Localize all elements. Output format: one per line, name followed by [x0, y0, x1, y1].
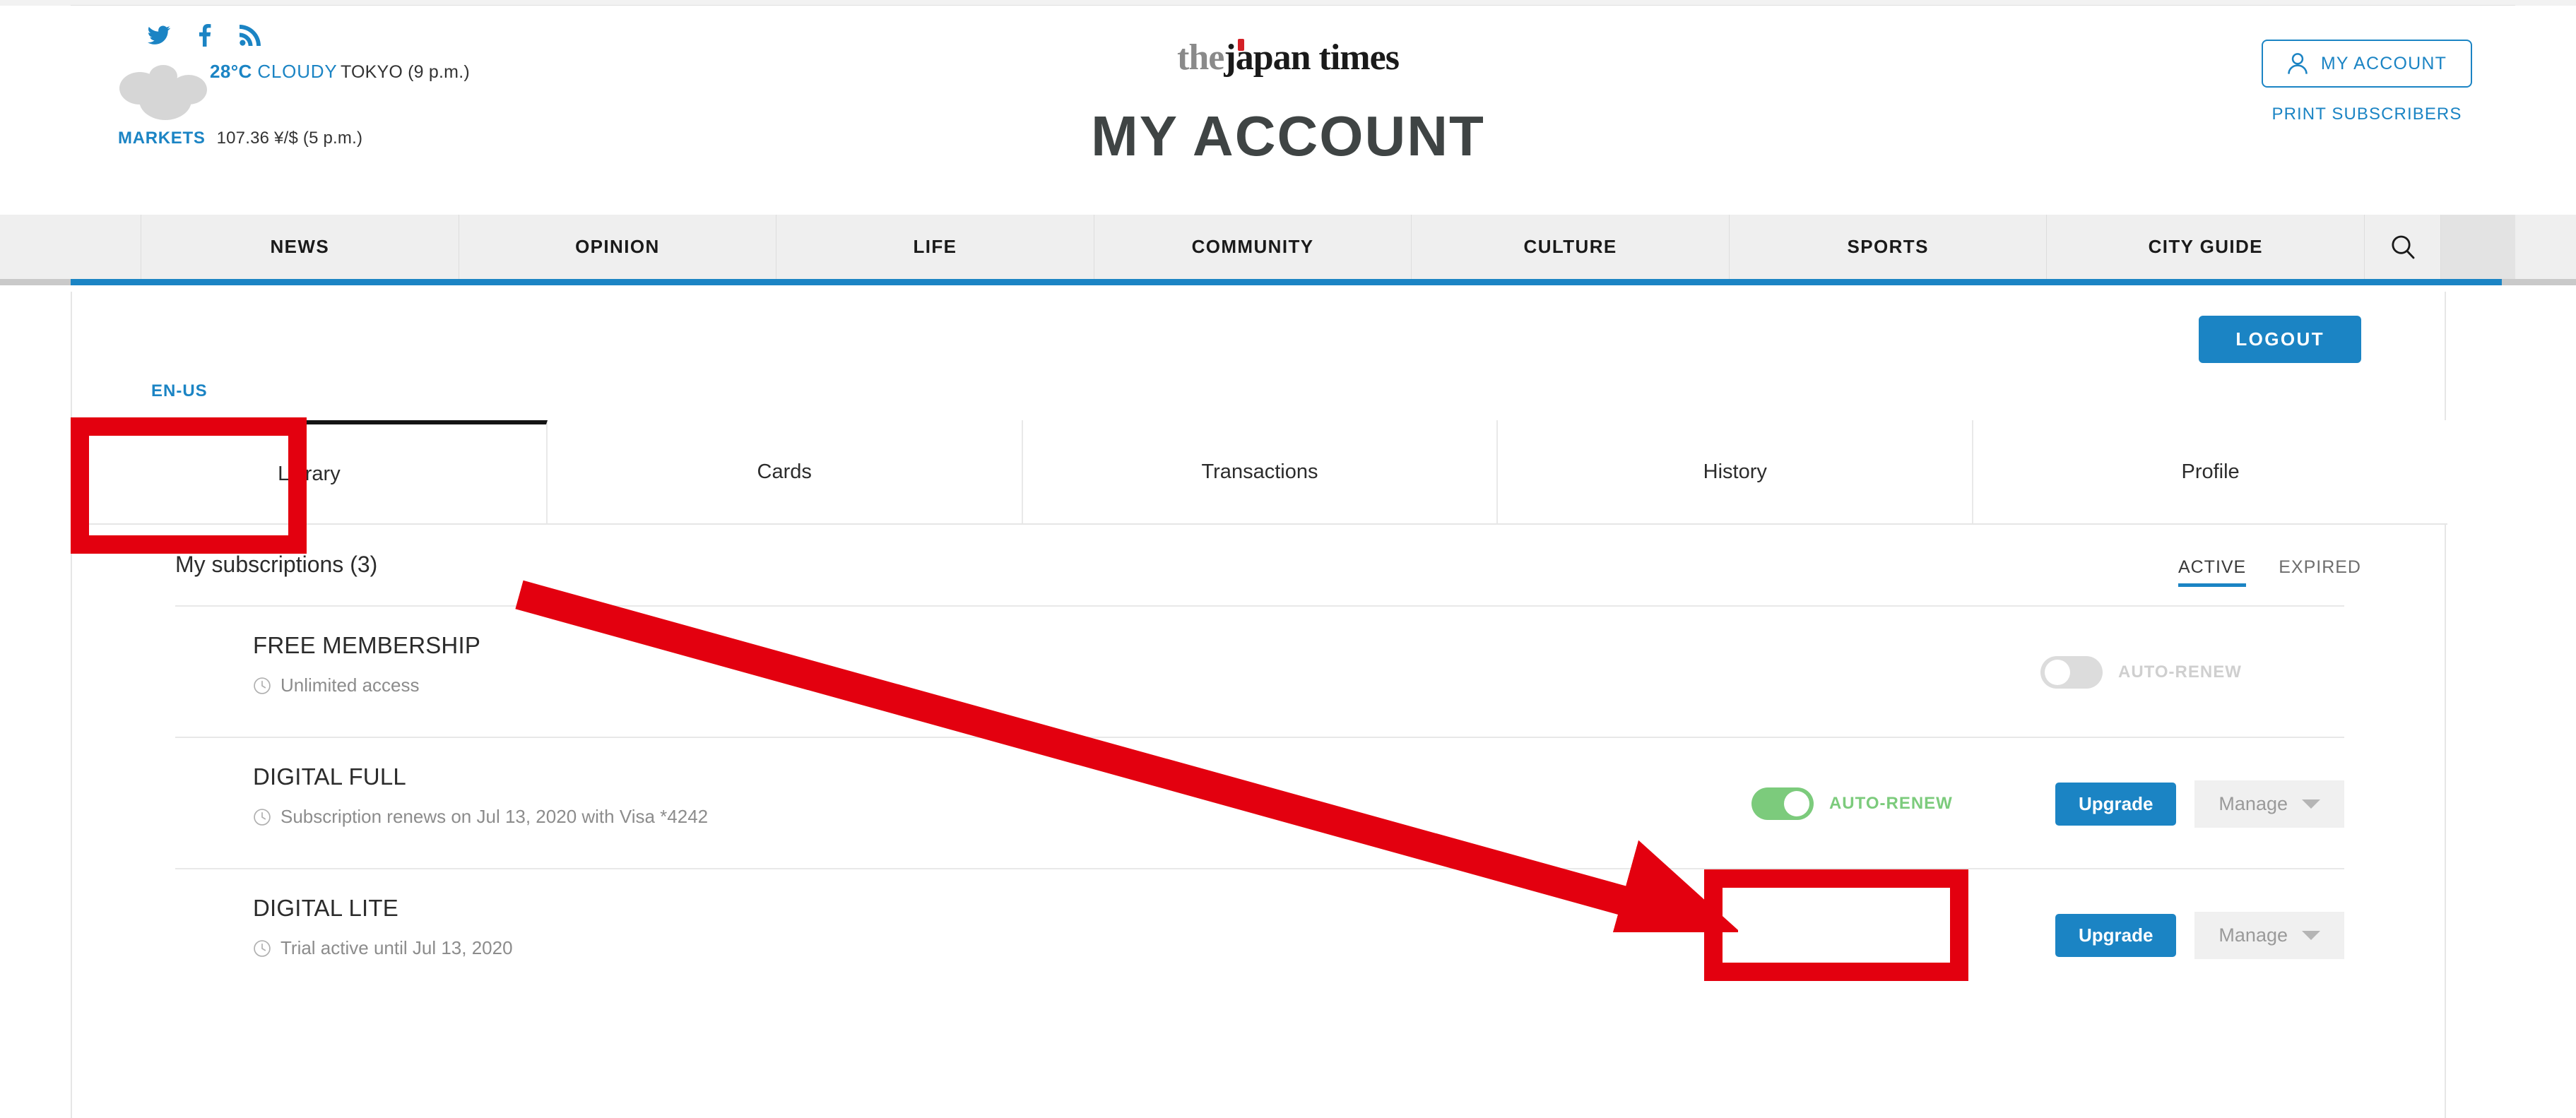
account-tabs: Library Cards Transactions History Profi… — [72, 420, 2447, 525]
page-title: MY ACCOUNT — [1091, 105, 1485, 167]
manage-button[interactable]: Manage — [2194, 780, 2344, 828]
logout-button[interactable]: LOGOUT — [2199, 316, 2361, 363]
main-navigation: NEWS OPINION LIFE COMMUNITY CULTURE SPOR… — [0, 215, 2576, 285]
subscription-detail-text: Subscription renews on Jul 13, 2020 with… — [280, 806, 709, 827]
logo-red-accent — [1238, 39, 1245, 51]
nav-item-opinion[interactable]: OPINION — [459, 215, 777, 279]
auto-renew-label: AUTO-RENEW — [1828, 794, 1953, 813]
my-account-page: 28°C CLOUDY TOKYO (9 p.m.) MARKETS 107.3… — [0, 0, 2576, 1118]
subscription-actions: Upgrade Manage — [1751, 869, 2344, 1001]
print-subscribers-link[interactable]: PRINT SUBSCRIBERS — [2226, 105, 2508, 124]
subscription-detail: Unlimited access — [253, 674, 480, 696]
auto-renew-toggle[interactable] — [2040, 656, 2103, 689]
nav-item-news[interactable]: NEWS — [141, 215, 459, 279]
auto-renew-label: AUTO-RENEW — [2118, 662, 2242, 682]
tab-history[interactable]: History — [1498, 420, 1974, 523]
filter-expired[interactable]: EXPIRED — [2279, 557, 2361, 587]
filter-active[interactable]: ACTIVE — [2178, 557, 2247, 587]
subscriptions-title: My subscriptions (3) — [175, 552, 378, 577]
nav-left-spacer — [71, 215, 141, 279]
auto-renew-group: AUTO-RENEW — [2040, 656, 2344, 689]
tab-transactions-label: Transactions — [1201, 460, 1318, 483]
subscription-detail-text: Trial active until Jul 13, 2020 — [280, 937, 513, 958]
subscription-info: DIGITAL FULL Subscription renews on Jul … — [253, 763, 708, 828]
upgrade-button[interactable]: Upgrade — [2055, 782, 2177, 826]
chevron-down-icon — [2302, 799, 2320, 809]
language-selector[interactable]: EN-US — [151, 381, 208, 401]
manage-button-label: Manage — [2218, 924, 2288, 946]
nav-strip-left — [0, 279, 71, 285]
nav-strip-right — [2502, 279, 2576, 285]
subscriptions-header: My subscriptions (3) ACTIVE EXPIRED — [72, 526, 2447, 605]
subscription-name: DIGITAL FULL — [253, 763, 406, 790]
tab-profile[interactable]: Profile — [1973, 420, 2447, 523]
nav-item-city-guide[interactable]: CITY GUIDE — [2047, 215, 2365, 279]
site-header: 28°C CLOUDY TOKYO (9 p.m.) MARKETS 107.3… — [0, 6, 2576, 215]
my-account-button[interactable]: MY ACCOUNT — [2261, 40, 2473, 88]
manage-button-label: Manage — [2218, 792, 2288, 814]
nav-right-spacer — [2441, 215, 2516, 279]
clock-icon — [253, 677, 271, 695]
nav-item-community[interactable]: COMMUNITY — [1094, 215, 1412, 279]
subscription-actions: AUTO-RENEW Upgrade Manage — [1751, 738, 2344, 869]
tab-history-label: History — [1703, 460, 1767, 483]
subscription-detail-text: Unlimited access — [280, 674, 420, 696]
header-right-account: MY ACCOUNT PRINT SUBSCRIBERS — [2226, 40, 2508, 124]
table-row: FREE MEMBERSHIP Unlimited access AUTO-RE… — [175, 605, 2344, 737]
logo-name: japan times — [1224, 37, 1400, 78]
subscription-actions: AUTO-RENEW — [2040, 607, 2344, 738]
tab-library-label: Library — [278, 462, 341, 485]
person-icon — [2287, 52, 2308, 75]
subscription-name: FREE MEMBERSHIP — [253, 632, 481, 658]
auto-renew-toggle[interactable] — [1751, 787, 1814, 820]
subscription-info: FREE MEMBERSHIP Unlimited access — [253, 632, 480, 696]
subscription-name: DIGITAL LITE — [253, 895, 398, 921]
tab-profile-label: Profile — [2181, 460, 2240, 483]
masthead: thejapan times MY ACCOUNT — [0, 6, 2576, 169]
clock-icon — [253, 808, 271, 826]
tab-library[interactable]: Library — [72, 420, 548, 523]
search-icon[interactable] — [2365, 215, 2442, 279]
tab-cards[interactable]: Cards — [547, 420, 1023, 523]
clock-icon — [253, 939, 271, 958]
subscription-filters: ACTIVE EXPIRED — [2178, 557, 2361, 587]
site-logo[interactable]: thejapan times — [1177, 37, 1400, 78]
logo-the: the — [1177, 37, 1224, 78]
subscription-info: DIGITAL LITE Trial active until Jul 13, … — [253, 895, 513, 959]
upgrade-button[interactable]: Upgrade — [2055, 913, 2177, 957]
tab-cards-label: Cards — [757, 460, 812, 483]
my-account-button-label: MY ACCOUNT — [2320, 53, 2447, 73]
table-row: DIGITAL FULL Subscription renews on Jul … — [175, 737, 2344, 868]
auto-renew-group: AUTO-RENEW — [1751, 787, 2055, 820]
nav-item-culture[interactable]: CULTURE — [1412, 215, 1730, 279]
chevron-down-icon — [2302, 930, 2320, 940]
table-row: DIGITAL LITE Trial active until Jul 13, … — [175, 868, 2344, 999]
subscription-detail: Trial active until Jul 13, 2020 — [253, 937, 513, 959]
subscription-detail: Subscription renews on Jul 13, 2020 with… — [253, 806, 708, 828]
tab-transactions[interactable]: Transactions — [1022, 420, 1499, 523]
nav-item-life[interactable]: LIFE — [776, 215, 1094, 279]
toggle-knob — [1783, 791, 1809, 816]
manage-button[interactable]: Manage — [2194, 911, 2344, 959]
nav-items: NEWS OPINION LIFE COMMUNITY CULTURE SPOR… — [71, 215, 2516, 279]
nav-item-sports[interactable]: SPORTS — [1730, 215, 2048, 279]
toggle-knob — [2045, 660, 2070, 685]
account-panel: LOGOUT EN-US Library Cards Transactions … — [71, 292, 2447, 1118]
subscription-list: FREE MEMBERSHIP Unlimited access AUTO-RE… — [175, 605, 2344, 999]
